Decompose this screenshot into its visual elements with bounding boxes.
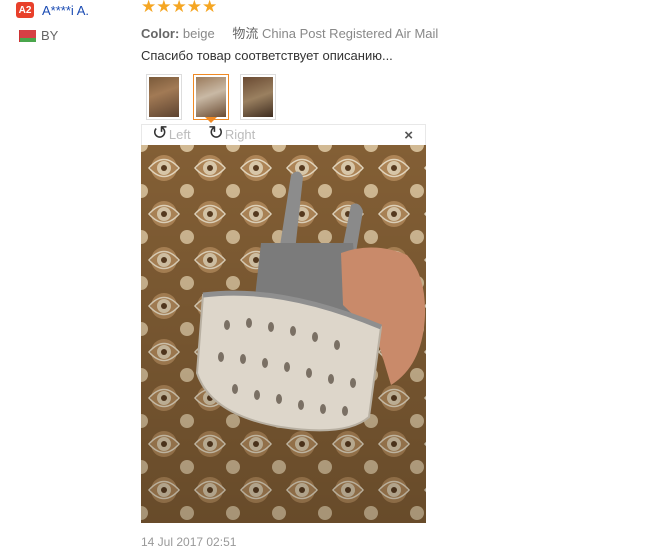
star-rating: ★★★★★ [141,0,218,16]
thumbnail-2[interactable] [193,74,229,120]
color-value: beige [182,26,215,41]
rotate-cw-icon: ↻ [208,123,224,144]
shipping-value: China Post Registered Air Mail [261,26,439,41]
rotate-right-label: Right [224,126,256,142]
color-label: Color: [141,26,180,41]
photo-viewer: ↺ Left ↻ Right × [141,124,426,524]
viewer-toolbar: ↺ Left ↻ Right × [141,124,426,145]
avatar: A2 [16,2,34,18]
rotate-right-button[interactable]: ↻ Right [208,123,256,144]
close-icon[interactable]: × [404,127,413,144]
review-photo [141,145,426,523]
rotate-ccw-icon: ↺ [152,123,168,144]
shipping-label: 物流 [232,26,259,41]
thumbnail-3[interactable] [240,74,276,120]
thumbnail-1[interactable] [146,74,182,120]
reviewer-name[interactable]: A****i A. [42,3,89,18]
order-meta: Color: beige 物流 China Post Registered Ai… [141,23,438,42]
country-code: BY [41,28,59,43]
flag-icon [16,29,36,42]
review-text: Спасибо товар соответствует описанию... [141,48,393,63]
rotate-left-label: Left [168,126,191,142]
review-date: 14 Jul 2017 02:51 [141,535,237,549]
photo-thumbnails [146,74,276,120]
reviewer-info: A2 A****i A. BY [16,0,126,43]
rotate-left-button[interactable]: ↺ Left [152,123,191,144]
